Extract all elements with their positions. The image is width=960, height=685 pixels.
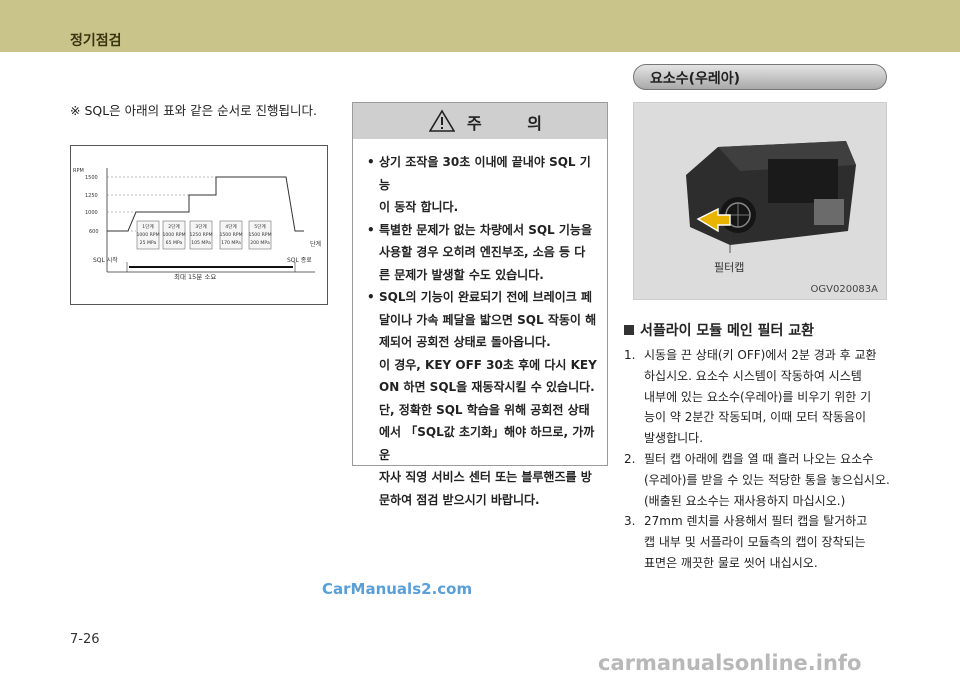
step-number: 3. (624, 514, 636, 529)
step-item: 3. 27mm 렌치를 사용해서 필터 캡을 탈거하고 캡 내부 및 서플라이 … (624, 511, 902, 573)
stage-label: 단계 (310, 240, 321, 248)
caution-line: 특별한 문제가 없는 차량에서 SQL 기능을 (379, 222, 592, 237)
sql-start-label: SQL 시작 (93, 257, 118, 264)
caution-item: 특별한 문제가 없는 차량에서 SQL 기능을 사용할 경우 오히려 엔진부조,… (367, 219, 597, 287)
caution-box: 주 의 상기 조작을 30초 이내에 끝내야 SQL 기능 이 동작 합니다. … (352, 102, 608, 507)
step-line: (배출된 요소수는 재사용하지 마십시오.) (644, 493, 846, 508)
caution-title: 주 의 (467, 114, 563, 133)
caution-body: 상기 조작을 30초 이내에 끝내야 SQL 기능 이 동작 합니다. 특별한 … (353, 139, 607, 511)
step-line: 표면은 깨끗한 물로 씻어 내십시오. (644, 555, 818, 570)
step-line: 내부에 있는 요소수(우레아)를 비우기 위한 기 (644, 389, 872, 404)
rpm-axis-label: RPM (73, 168, 84, 174)
duration-label: 최대 15분 소요 (174, 272, 216, 281)
subheading-text: 서플라이 모듈 메인 필터 교환 (640, 323, 815, 339)
caution-line: 이 동작 합니다. (379, 200, 459, 214)
replacement-steps: 1. 시동을 끈 상태(키 OFF)에서 2분 경과 후 교환 하십시오. 요소… (624, 345, 902, 574)
step-1-title: 1단계 (142, 223, 153, 230)
caution-item: SQL의 기능이 완료되기 전에 브레이크 페 달이나 가속 페달을 밟으면 S… (367, 286, 597, 511)
y-tick: 600 (89, 229, 99, 235)
watermark-link[interactable]: CarManuals2.com (322, 580, 472, 598)
caution-line: 른 문제가 발생할 수도 있습니다. (379, 267, 544, 282)
step-1-rpm: 1000 RPM (136, 232, 159, 238)
step-2-rpm: 1000 RPM (162, 232, 185, 238)
step-4-rpm: 1500 RPM (219, 232, 242, 238)
caution-line: 달이나 가속 페달을 밟으면 SQL 작동이 해 (379, 312, 597, 327)
step-3-title: 3단계 (195, 223, 206, 230)
step-item: 1. 시동을 끈 상태(키 OFF)에서 2분 경과 후 교환 하십시오. 요소… (624, 345, 902, 449)
step-line: 27mm 렌치를 사용해서 필터 캡을 탈거하고 (644, 514, 868, 529)
step-line: (우레아)를 받을 수 있는 적당한 통을 놓으십시오. (644, 472, 890, 487)
caution-line: 상기 조작을 30초 이내에 끝내야 SQL 기능 (379, 155, 591, 192)
step-4-pressure: 170 MPa (221, 240, 241, 246)
caution-line: 단, 정확한 SQL 학습을 위해 공회전 상태 (379, 402, 590, 417)
step-line: 발생합니다. (644, 431, 704, 446)
step-number: 2. (624, 451, 636, 466)
y-tick: 1500 (85, 175, 98, 181)
section-title: 요소수(우레아) (650, 71, 741, 87)
caution-line: 이 경우, KEY OFF 30초 후에 다시 KEY (379, 357, 597, 372)
caution-line: 제되어 공회전 상태로 돌아옵니다. (379, 335, 551, 349)
step-2-pressure: 65 MPa (166, 240, 183, 246)
step-3-pressure: 105 MPa (191, 240, 211, 246)
step-line: 시동을 끈 상태(키 OFF)에서 2분 경과 후 교환 (644, 348, 877, 362)
filter-replacement-heading: 서플라이 모듈 메인 필터 교환 (624, 320, 814, 340)
caution-line: 에서 「SQL값 초기화」해야 하므로, 가까운 (379, 425, 595, 462)
footer-site-watermark: carmanualsonline.info (598, 651, 862, 675)
caution-line: 사용할 경우 오히려 엔진부조, 소음 등 다 (379, 245, 586, 259)
y-tick: 1250 (85, 193, 98, 199)
step-line: 하십시오. 요소수 시스템이 작동하여 시스템 (644, 368, 862, 383)
square-bullet-icon (624, 325, 634, 335)
caution-line: 자사 직영 서비스 센터 또는 블루핸즈를 방 (379, 470, 592, 484)
caution-item: 상기 조작을 30초 이내에 끝내야 SQL 기능 이 동작 합니다. (367, 151, 597, 219)
filter-cap-label: 필터캡 (714, 261, 745, 274)
step-line: 캡 내부 및 서플라이 모듈측의 캡이 장착되는 (644, 535, 866, 550)
step-item: 2. 필터 캡 아래에 캡을 열 때 흘러 나오는 요소수 (우레아)를 받을 … (624, 449, 902, 511)
sql-note: ※ SQL은 아래의 표와 같은 순서로 진행됩니다. (70, 103, 318, 118)
y-tick: 1000 (85, 210, 98, 216)
page-number: 7-26 (70, 632, 100, 647)
caution-line: SQL의 기능이 완료되기 전에 브레이크 페 (379, 290, 592, 304)
supply-module-photo: 필터캡 OGV020083A (633, 102, 887, 300)
step-4-title: 4단계 (225, 223, 236, 230)
section-header-title: 정기점검 (70, 33, 122, 49)
step-5-rpm: 1500 RPM (248, 232, 271, 238)
step-1-pressure: 25 MPa (140, 240, 157, 246)
photo-code: OGV020083A (810, 284, 878, 295)
step-line: 필터 캡 아래에 캡을 열 때 흘러 나오는 요소수 (644, 451, 874, 466)
step-2-title: 2단계 (168, 223, 179, 230)
step-3-rpm: 1250 RPM (189, 232, 212, 238)
step-number: 1. (624, 348, 636, 362)
header-band (0, 0, 960, 52)
urea-section-pill: 요소수(우레아) (633, 64, 887, 90)
warning-triangle-icon (429, 109, 455, 132)
sql-end-label: SQL 종료 (287, 257, 312, 264)
caution-header: 주 의 (353, 103, 607, 139)
caution-line: ON 하면 SQL을 재동작시킬 수 있습니다. (379, 380, 595, 394)
step-line: 능이 약 2분간 작동되며, 이때 모터 작동음이 (644, 410, 867, 425)
step-5-pressure: 200 MPa (250, 240, 270, 246)
caution-line: 문하여 점검 받으시기 바랍니다. (379, 492, 540, 507)
sql-rpm-diagram: RPM 1500 1250 1000 600 1단계 1000 RPM 25 M… (70, 145, 328, 305)
step-5-title: 5단계 (254, 223, 265, 230)
